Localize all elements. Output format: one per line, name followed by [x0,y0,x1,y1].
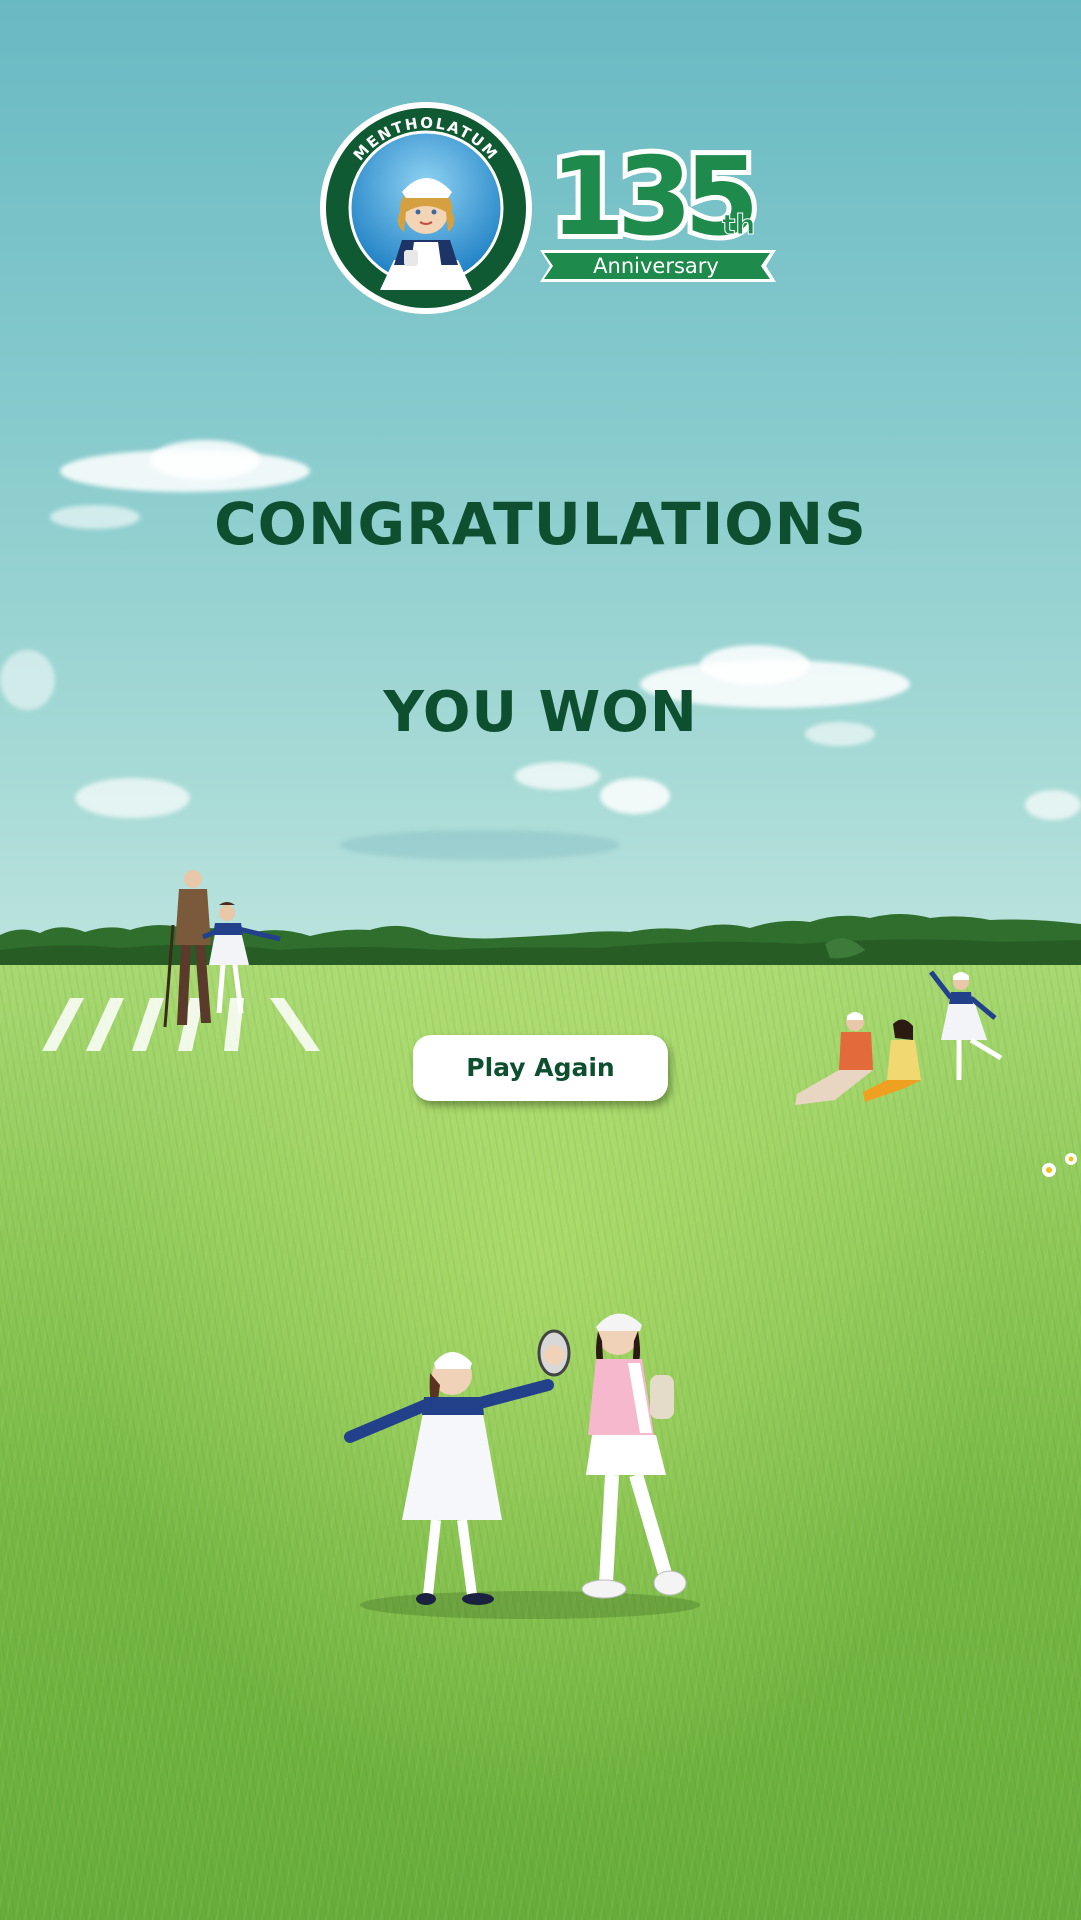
play-again-button[interactable]: Play Again [413,1035,668,1101]
elderly-man-and-girl-illustration [163,870,281,1028]
cloud [700,645,810,685]
135th-anniversary-badge: 135 135 th Anniversary [540,138,776,282]
haze [340,830,620,860]
mentholatum-seal-logo: MENTHOLATUM [320,102,532,314]
anniversary-number: 135 [550,138,752,260]
game-result-screen: MENTHOLATUM 135 135 th Anniversary CONGR… [0,0,1081,1920]
cloud [600,778,670,814]
family-picnic-illustration [795,938,1003,1105]
nurse-girl-and-friend-illustration [344,1313,700,1619]
cloud [150,440,260,480]
you-won-heading: YOU WON [383,680,698,745]
cloud [1025,790,1081,820]
anniversary-suffix: th [722,208,755,241]
daisy-flowers [1042,1153,1077,1177]
congratulations-heading: CONGRATULATIONS [214,490,867,558]
cloud [515,762,600,790]
anniversary-label: Anniversary [593,254,719,278]
cloud [75,778,190,818]
